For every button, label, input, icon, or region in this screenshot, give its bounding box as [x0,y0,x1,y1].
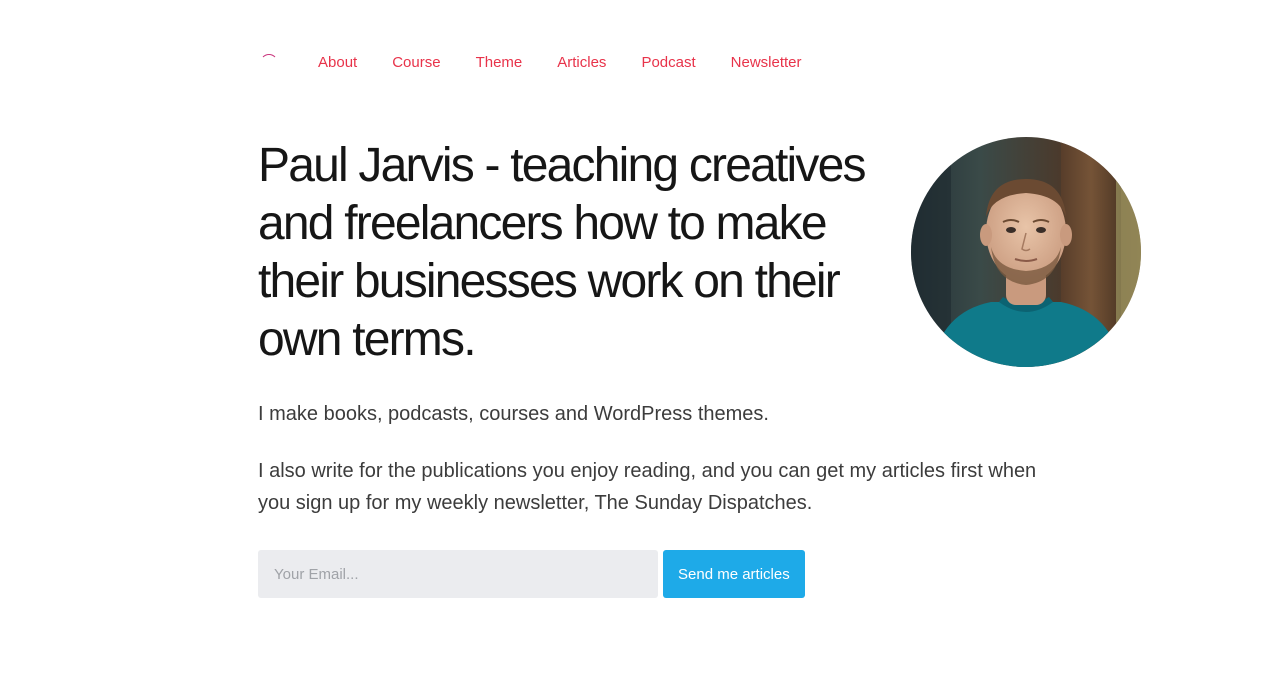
nav-link-theme[interactable]: Theme [476,48,523,78]
logo-icon[interactable] [258,48,280,78]
newsletter-signup-form: Send me articles [258,550,805,598]
intro-text: I make books, podcasts, courses and Word… [258,403,769,425]
send-me-articles-button[interactable]: Send me articles [663,550,805,598]
nav-link-course[interactable]: Course [392,48,440,78]
nav-link-newsletter[interactable]: Newsletter [731,48,802,78]
logo-arc-icon [260,54,278,72]
page: About Course Theme Articles Podcast News… [0,0,1280,700]
site-header: About Course Theme Articles Podcast News… [258,48,837,78]
hero-title: Paul Jarvis - teaching creatives and fre… [258,139,867,366]
newsletter-pitch-text: I also write for the publications you en… [258,460,1037,514]
main-nav: About Course Theme Articles Podcast News… [318,48,837,78]
portrait-photo [911,137,1141,367]
avatar [911,137,1141,367]
nav-link-podcast[interactable]: Podcast [641,48,695,78]
email-input[interactable] [258,550,658,598]
nav-link-about[interactable]: About [318,48,357,78]
nav-link-articles[interactable]: Articles [557,48,606,78]
